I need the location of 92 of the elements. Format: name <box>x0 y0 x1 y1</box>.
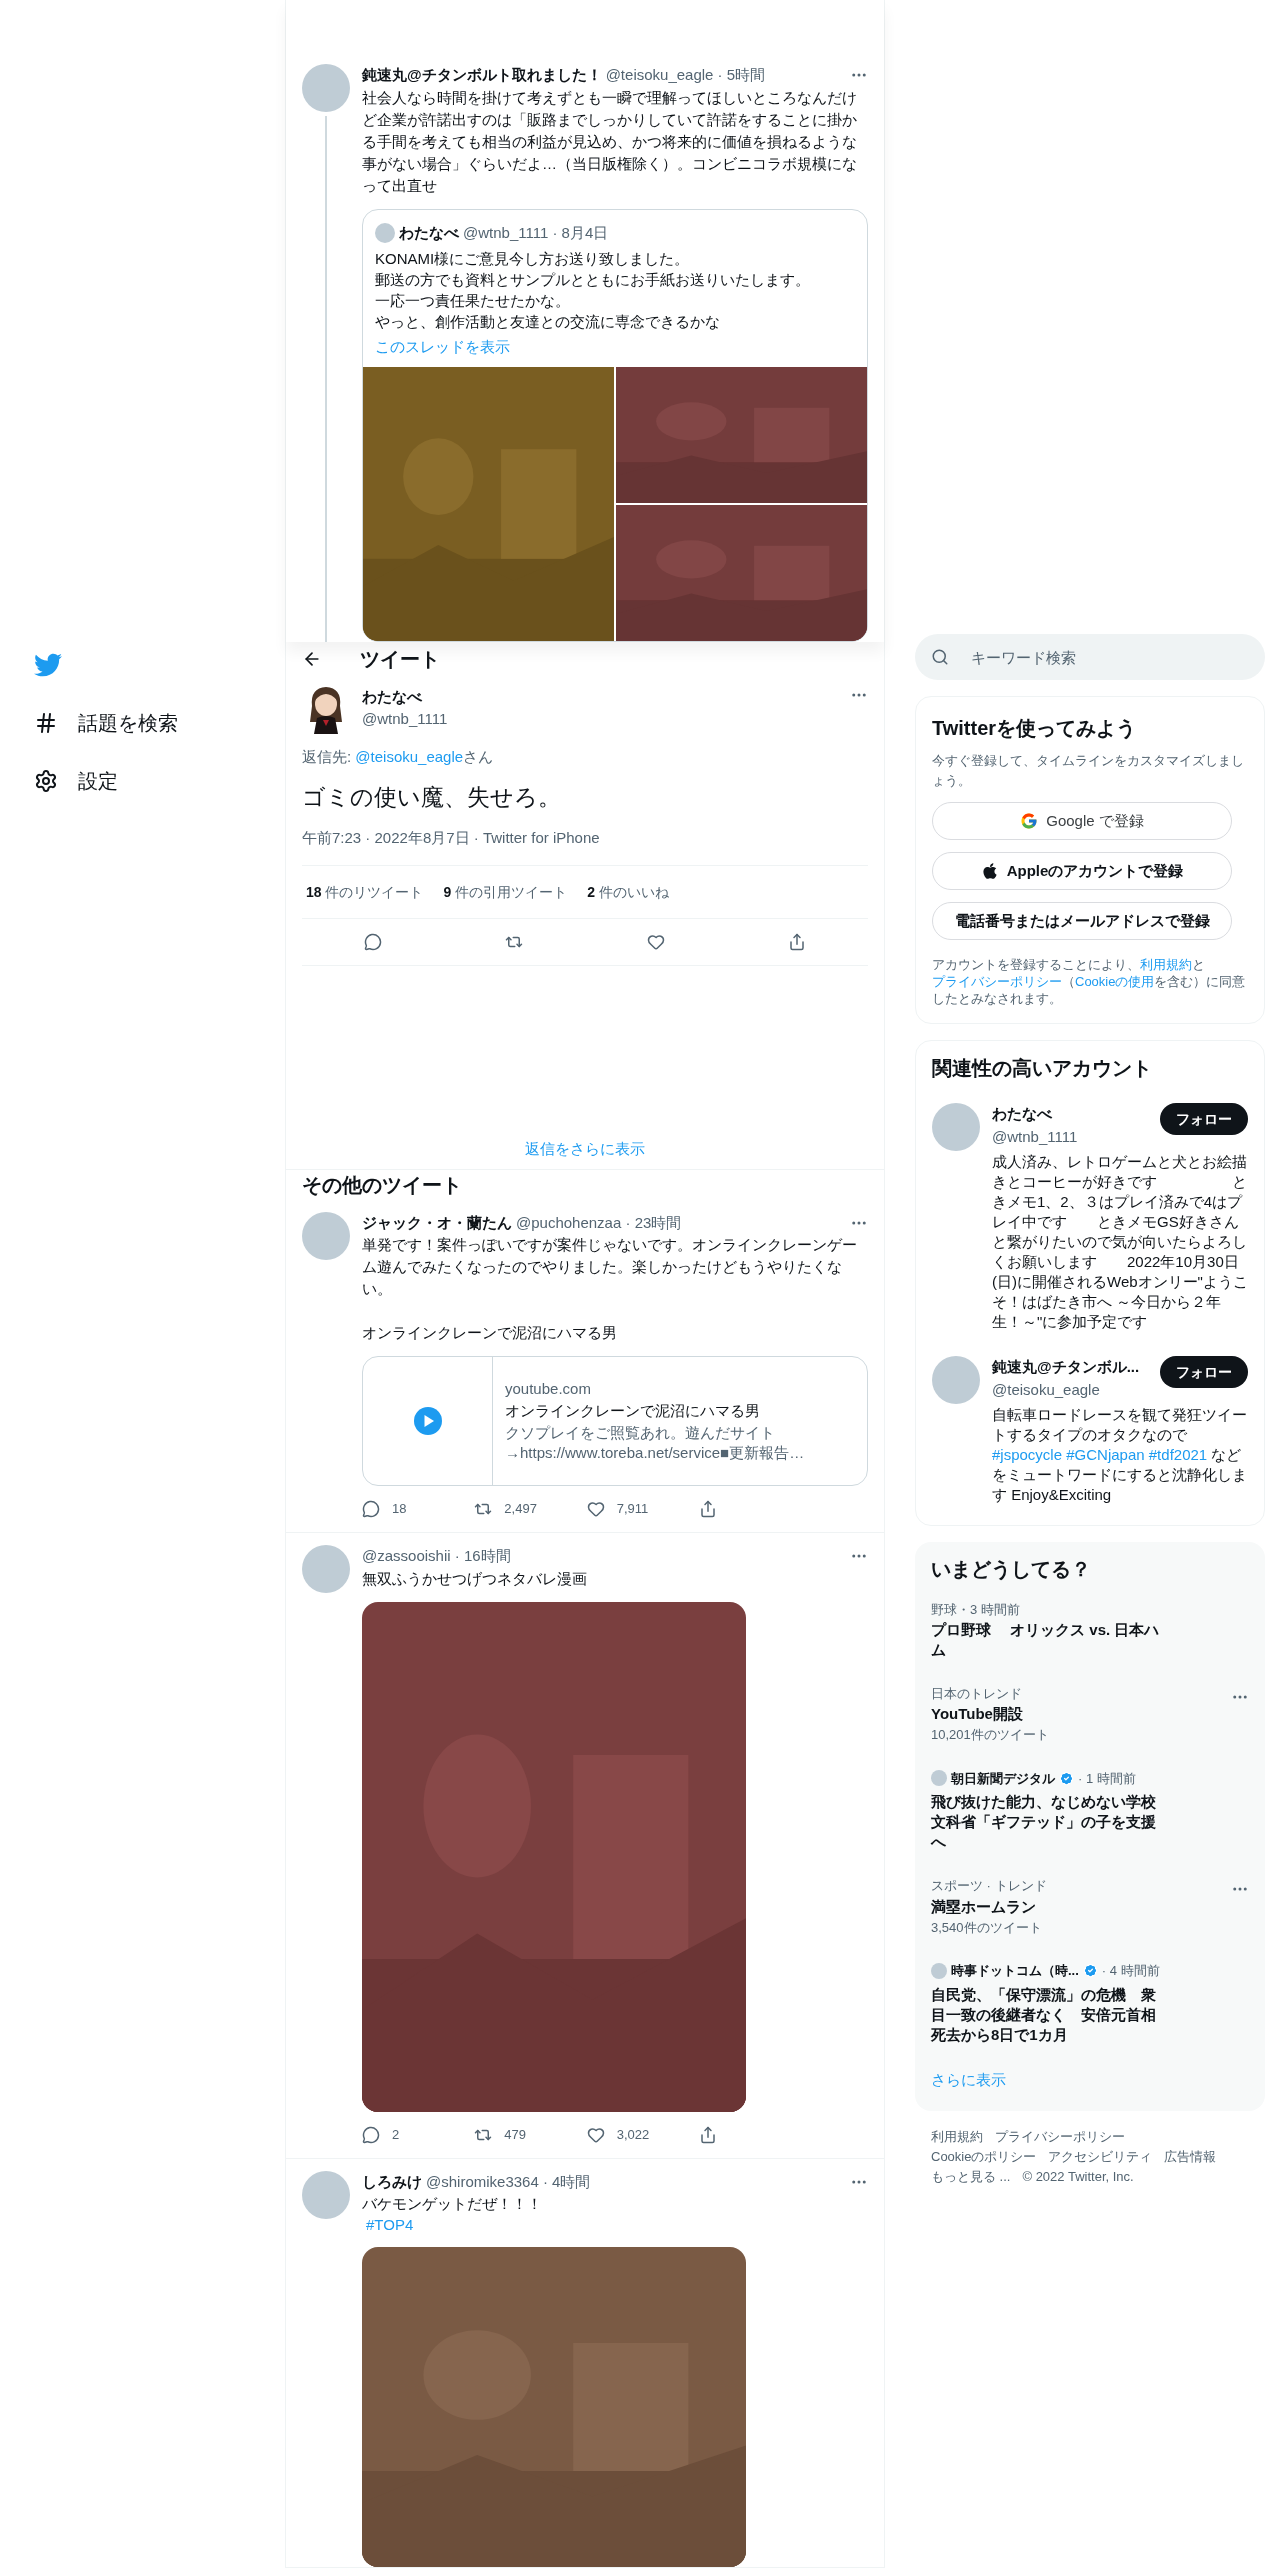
account-bio: 成人済み、レトロゲームと犬とお絵描きとコーヒーが好きです ときメモ1、2、３はプレイ済みで4はプレイ中です ときメモGS好きさんと繋がりたいので気が向いたらよろしくお願いします 2022年10月30日(日)に開催されるWebオンリー"ようこそ！はばたき市へ ～今日から２年生！～"に参加予定です <box>992 1152 1248 1332</box>
action-count: 479 <box>504 2125 527 2144</box>
action-count: 7,911 <box>616 1500 649 1519</box>
card-title: Twitterを使ってみよう <box>932 716 1138 741</box>
tweet-text: ゴミの使い魔、失せろ。 <box>302 783 562 812</box>
news-time: · 1 時間前 <box>1078 1769 1136 1788</box>
terms-text: アカウントを登録することにより、利用規約 と プライバシーポリシー（Cookieの使用を含む）に同意したとみなされます。 <box>932 956 1247 1007</box>
stat-link[interactable]: 9 件の引用ツイート <box>443 881 568 903</box>
like-icon[interactable] <box>646 933 665 951</box>
tweet-text: 無双ふうかせつげつネタバレ漫画 <box>362 1568 588 1589</box>
footer-link[interactable]: プライバシーポリシー <box>995 2127 1125 2147</box>
author-name[interactable]: ジャック・オ・蘭たん <box>362 1211 512 1234</box>
account-handle: @teisoku_eagle <box>992 1379 1101 1400</box>
trend-title[interactable]: YouTube開設 <box>931 1703 1231 1725</box>
share-icon[interactable] <box>699 1500 717 1518</box>
google-icon <box>1020 812 1039 830</box>
like-icon[interactable] <box>586 1500 605 1518</box>
quote-text: 郵送の方でも資料とサンプルとともにお手紙お送りいたします。 <box>375 270 811 290</box>
stat-link[interactable]: 18 件のリツイート <box>306 881 424 903</box>
author-name[interactable]: しろみけ <box>362 2170 422 2193</box>
link-card[interactable]: youtube.com オンラインクレーンで泥沼にハマる男 クソプレイをご照覧あれ。遊んだサイト→https://www.toreba.net/service■更新報告… <box>362 1356 868 1486</box>
nav-link[interactable]: 設定 <box>78 766 118 796</box>
account-name[interactable]: わたなべ <box>992 1103 1160 1126</box>
share-icon[interactable] <box>788 933 807 951</box>
nav-link[interactable]: 話題を検索 <box>78 708 178 738</box>
quote-text: 一応一つ責任果たせたかな。 <box>375 291 571 311</box>
action-count: 18 <box>392 1500 407 1519</box>
reply-icon[interactable] <box>362 1500 380 1518</box>
hash-icon <box>34 711 58 735</box>
account-name[interactable]: 鈍速丸@チタンボル... <box>992 1356 1160 1379</box>
section-title: その他のツイート <box>301 1172 463 1198</box>
follow-button[interactable]: フォロー <box>1160 1356 1248 1388</box>
author-name[interactable]: わたなべ <box>362 685 838 708</box>
action-count: 2,497 <box>504 1500 537 1519</box>
trend-meta: スポーツ · トレンド <box>931 1877 1048 1895</box>
card-title: いまどうしてる？ <box>930 1557 1092 1582</box>
trend-title[interactable]: プロ野球 オリックス vs. 日本ハム <box>931 1619 1166 1660</box>
follow-button[interactable]: フォロー <box>1160 1103 1248 1135</box>
footer-link[interactable]: © 2022 Twitter, Inc. <box>1022 2167 1134 2187</box>
action-count: 3,022 <box>616 2125 650 2144</box>
news-headline[interactable]: 飛び抜けた能力、なじめない学校文科省「ギフテッド」の子を支援へ <box>931 1792 1163 1852</box>
author-name[interactable]: わたなべ <box>399 221 459 244</box>
tweet-text: 社会人なら時間を掛けて考えずとも一瞬で理解ってほしいところなんだけど企業が許諾出すのは「販路までしっかりしていて許諾をすることに掛かる手間を考えても相当の利益が見込め、かつ将来的に価値を損ねるような事がない場合」ぐらいだよ…（当日版権除く）。コンビニコラボ規模になって出直せ <box>362 87 858 196</box>
like-icon[interactable] <box>586 2125 605 2144</box>
card-title: オンラインクレーンで泥沼にハマる男 <box>505 1401 761 1421</box>
account-bio: 自転車ロードレースを観て発狂ツイートするタイプのオタクなので #jspocycle #GCNjapan #tdf2021 などをミュートワードにすると沈静化します Enjoy&Exciting <box>992 1405 1248 1505</box>
news-time: · 4 時間前 <box>1101 1962 1160 1980</box>
footer-link[interactable]: Cookieのポリシー <box>931 2147 1037 2167</box>
tweet-meta: @zassooishii · 16時間 <box>362 1546 511 1566</box>
news-source: 朝日新聞デジタル <box>951 1769 1055 1788</box>
search-icon <box>931 648 949 666</box>
author-name[interactable]: 鈍速丸@チタンボルト取れました！ <box>362 64 602 87</box>
tweet-text: 単発です！案件っぽいですが案件じゃないです。オンラインクレーンゲーム遊んでみたくなったのでやりました。楽しかったけどもうやりたくない。 <box>362 1235 858 1299</box>
tweet-text: バケモンゲットだぜ！！！ <box>362 2194 543 2214</box>
tweet-count: 10,201件のツイート <box>931 1726 1050 1744</box>
quote-text: やっと、創作活動と友達との交流に専念できるかな <box>375 312 721 332</box>
footer-link[interactable]: もっと見る ... <box>931 2167 1011 2187</box>
apple-icon <box>980 862 999 880</box>
account-handle: @wtnb_1111 <box>992 1126 1079 1147</box>
footer-link[interactable]: アクセシビリティ <box>1048 2147 1153 2167</box>
quote-text: KONAMI様にご意見今し方お送り致しました。 <box>375 249 691 269</box>
tweet-timestamp: 午前7:23 · 2022年8月7日 · Twitter for iPhone <box>302 827 601 848</box>
tweet-meta: @puchohenzaa · 23時間 <box>516 1212 682 1233</box>
tweet-meta: @wtnb_1111 · 8月4日 <box>463 222 609 243</box>
reply-to-text: 返信先: @teisoku_eagleさん <box>302 746 495 767</box>
card-title: 関連性の高いアカウント <box>931 1056 1153 1081</box>
tweet-meta: @teisoku_eagle · 5時間 <box>605 65 766 85</box>
tweet-count: 3,540件のツイート <box>931 1918 1043 1937</box>
card-description: クソプレイをご照覧あれ。遊んだサイト→https://www.toreba.net/service■更新報告… <box>505 1423 806 1463</box>
footer-link[interactable]: 利用規約 <box>931 2127 983 2147</box>
news-source: 時事ドットコム（時... <box>951 1962 1079 1980</box>
tweet-text: オンラインクレーンで泥沼にハマる男 <box>362 1323 618 1343</box>
share-icon[interactable] <box>699 2125 717 2144</box>
stat-link[interactable]: 2 件のいいね <box>587 881 669 903</box>
action-count: 2 <box>392 2125 400 2144</box>
author-handle: @wtnb_1111 <box>362 709 449 729</box>
play-icon[interactable] <box>413 1407 442 1435</box>
reply-icon[interactable] <box>363 933 382 951</box>
bird-logo-icon[interactable] <box>34 651 62 679</box>
footer-link[interactable]: 広告情報 <box>1164 2147 1217 2167</box>
page-title: ツイート <box>360 646 440 672</box>
quote-card[interactable]: わたなべ @wtnb_1111 · 8月4日 KONAMI様にご意見今し方お送り致しました。 郵送の方でも資料とサンプルとともにお手紙お送りいたします。 一応一つ責任果たせたかな。 やっと、創作活動と友達との交流に専念できるかな このスレッドを表示 <box>362 208 868 642</box>
news-headline[interactable]: 自民党、「保守漂流」の危機 衆目一致の後継者なく 安倍元首相死去から8日で1カ月 <box>931 1984 1163 2045</box>
tweet-meta: @shiromike3364 · 4時間 <box>426 2171 591 2192</box>
reply-icon[interactable] <box>362 2125 380 2144</box>
trend-title[interactable]: 満塁ホームラン <box>931 1895 1231 1918</box>
trend-meta: 野球・3 時間前 <box>931 1601 1021 1619</box>
trend-meta: 日本のトレンド <box>931 1684 1023 1703</box>
settings-icon <box>34 769 58 793</box>
card-domain: youtube.com <box>505 1379 592 1399</box>
card-subtitle: 今すぐ登録して、タイムラインをカスタマイズしましょう。 <box>932 752 1245 790</box>
search-field[interactable]: キーワード検索 <box>915 634 1265 680</box>
